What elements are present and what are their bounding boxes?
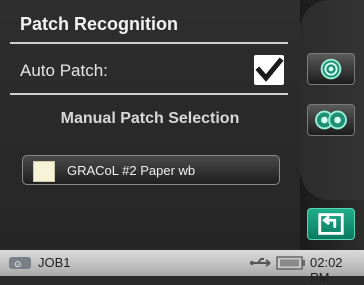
battery-icon [276,256,305,270]
page-title: Patch Recognition [20,14,179,34]
patch-select-label: GRACoL #2 Paper wb [67,163,196,178]
back-icon [318,213,344,235]
status-bar: ⊙ JOB1 02:02 PM [0,250,364,285]
side-rail-arc [300,0,364,200]
checkmark-icon [255,57,284,82]
patch-recognition-panel: Patch Recognition Auto Patch: Manual Pat… [0,0,300,250]
double-target-icon [315,110,347,130]
auto-patch-checkbox[interactable] [254,55,284,85]
auto-patch-label: Auto Patch: [20,61,108,80]
divider [10,42,288,44]
job-label: JOB1 [38,255,71,270]
target-button[interactable] [307,53,355,85]
usb-icon [250,258,271,267]
target-icon [320,58,342,80]
manual-patch-selection-title: Manual Patch Selection [60,110,240,127]
patch-select-button[interactable]: GRACoL #2 Paper wb [22,155,280,185]
job-icon: ⊙ [9,257,31,269]
back-button[interactable] [307,208,355,240]
patch-color-swatch [33,161,55,182]
divider [10,93,288,95]
svg-text:⊙: ⊙ [14,259,22,269]
double-target-button[interactable] [307,104,355,136]
clock: 02:02 PM [310,255,343,285]
